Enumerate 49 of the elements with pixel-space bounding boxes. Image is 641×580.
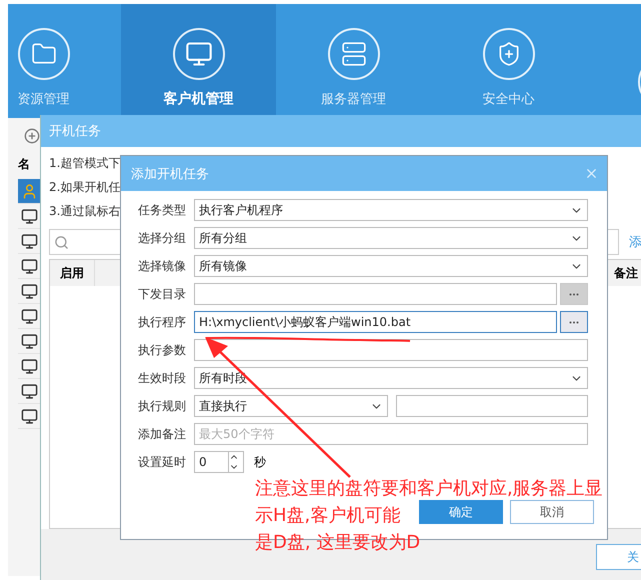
field-label: 任务类型 xyxy=(138,202,187,218)
field-label: 执行规则 xyxy=(138,398,187,414)
dropdown[interactable]: 所有分组 xyxy=(194,227,588,249)
dropdown[interactable]: 所有镜像 xyxy=(194,255,588,277)
input-field[interactable] xyxy=(194,283,557,305)
input-field[interactable] xyxy=(194,339,588,361)
nav-tab[interactable]: 客户机管理 xyxy=(121,4,276,118)
monitor-icon xyxy=(20,208,38,224)
annotation-line: 是D盘, 这里要改为D xyxy=(255,531,420,555)
dropdown[interactable]: 直接执行 xyxy=(194,395,388,417)
field-label: 执行参数 xyxy=(138,342,187,358)
column-header: 启用 xyxy=(50,260,95,286)
monitor-icon xyxy=(20,308,38,324)
note-text: 3.通过鼠标右 xyxy=(49,203,120,220)
window-title: 开机任务 xyxy=(49,123,101,140)
field-label: 执行程序 xyxy=(138,314,187,330)
annotation-line: 注意这里的盘符要和客户机对应,服务器上显 xyxy=(255,477,603,501)
input-field[interactable] xyxy=(396,395,588,417)
field-label: 设置延时 xyxy=(138,454,187,470)
monitor-icon xyxy=(20,382,38,400)
input-field[interactable]: H:\xmyclient\小蚂蚁客户端win10.bat xyxy=(194,311,557,333)
field-label: 选择分组 xyxy=(138,230,187,246)
ellipsis-icon xyxy=(569,320,579,324)
monitor-icon xyxy=(20,408,38,424)
monitor-icon xyxy=(20,282,38,300)
field-label: 生效时段 xyxy=(138,370,187,386)
field-label: 选择镜像 xyxy=(138,258,187,274)
add-icon[interactable] xyxy=(24,128,40,144)
number-spinner[interactable]: 0 xyxy=(194,451,244,473)
monitor-icon xyxy=(184,40,212,68)
column-header: 备注 xyxy=(613,265,639,282)
annotation-line: 示H盘,客户机可能 xyxy=(255,504,400,528)
monitor-icon xyxy=(20,258,38,274)
dropdown[interactable]: 执行客户机程序 xyxy=(194,199,588,221)
browse-button[interactable] xyxy=(560,311,588,333)
search-icon xyxy=(54,234,69,250)
column-header: 名 xyxy=(18,156,31,173)
note-text: 2.如果开机任 xyxy=(49,179,120,196)
monitor-icon xyxy=(20,332,38,350)
monitor-icon xyxy=(20,232,38,250)
note-text: 1.超管模式下 xyxy=(49,155,120,172)
monitor-icon xyxy=(20,358,38,374)
ellipsis-icon xyxy=(569,292,579,296)
unit-label: 秒 xyxy=(254,454,266,470)
dialog-title: 添加开机任务 xyxy=(131,166,209,182)
cancel-button[interactable]: 取消 xyxy=(510,500,594,524)
server-icon xyxy=(340,41,366,67)
field-label: 添加备注 xyxy=(138,426,187,442)
field-label: 下发目录 xyxy=(138,286,187,302)
